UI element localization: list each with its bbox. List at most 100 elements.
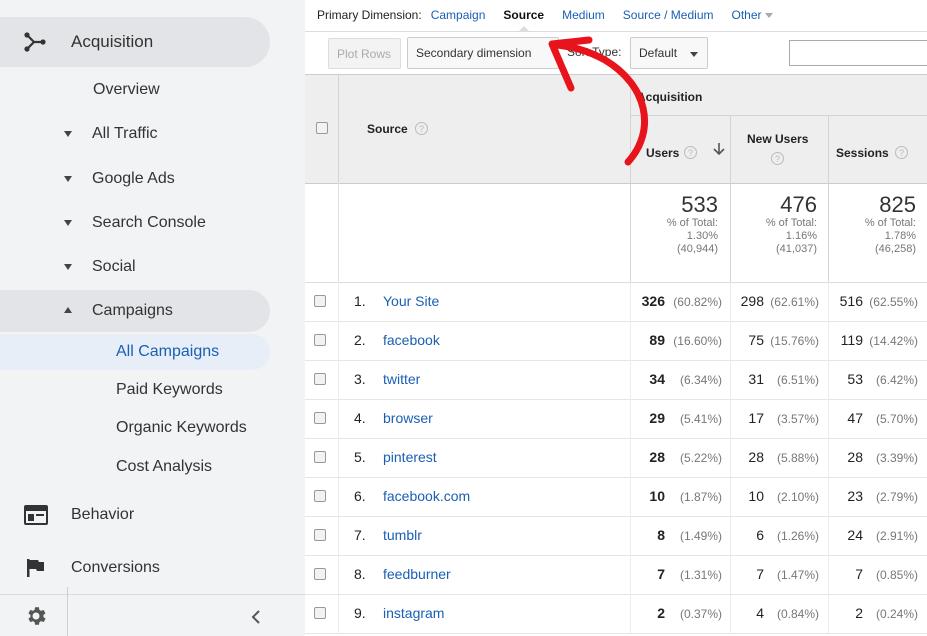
nav-search-console[interactable]: Search Console — [0, 211, 270, 235]
total-new-users-pct-label: % of Total: — [765, 217, 817, 229]
column-divider — [828, 594, 829, 633]
caret-down-icon — [64, 131, 72, 137]
help-icon[interactable]: ? — [895, 146, 908, 159]
sessions-value: 119 — [840, 332, 863, 348]
table-search-input[interactable] — [789, 40, 927, 66]
table-row: 1. Your Site 326 (60.82%) 298 (62.61%) 516 (62.… — [305, 282, 927, 322]
row-checkbox[interactable] — [314, 607, 326, 619]
primary-dimension-label: Primary Dimension: — [317, 8, 422, 22]
source-link[interactable]: feedburner — [383, 566, 451, 582]
nav-google-ads[interactable]: Google Ads — [0, 167, 270, 191]
sessions-pct: (5.70%) — [875, 412, 918, 426]
row-checkbox[interactable] — [314, 373, 326, 385]
column-divider — [730, 360, 731, 399]
sessions-column-header[interactable]: Sessions — [836, 146, 889, 160]
column-divider — [730, 282, 731, 321]
total-users-pct-label: % of Total: — [666, 217, 718, 229]
dropdown-arrow-icon — [690, 52, 698, 57]
row-number: 4. — [354, 410, 366, 426]
nav-all-campaigns[interactable]: All Campaigns — [0, 334, 270, 370]
column-divider — [338, 75, 339, 182]
column-divider — [730, 438, 731, 477]
table-row: 5. pinterest 28 (5.22%) 28 (5.88%) 28 (3.39%) — [305, 438, 927, 478]
sort-descending-arrow-icon[interactable] — [713, 142, 725, 156]
secondary-dimension-label: Secondary dimension — [416, 46, 532, 60]
column-divider — [630, 594, 631, 633]
source-link[interactable]: twitter — [383, 371, 420, 387]
row-number: 6. — [354, 488, 366, 504]
row-checkbox[interactable] — [314, 568, 326, 580]
help-icon[interactable]: ? — [415, 122, 428, 135]
table-row: 4. browser 29 (5.41%) 17 (3.57%) 47 (5.70%) — [305, 399, 927, 439]
table-row: 7. tumblr 8 (1.49%) 6 (1.26%) 24 (2.91%) — [305, 516, 927, 556]
sessions-pct: (14.42%) — [869, 334, 918, 348]
users-pct: (1.87%) — [679, 490, 722, 504]
nav-cost-analysis-label: Cost Analysis — [116, 458, 213, 475]
source-link[interactable]: facebook.com — [383, 488, 470, 504]
collapse-chevron-left-icon[interactable] — [251, 610, 261, 624]
column-divider — [730, 516, 731, 555]
dimension-campaign-link[interactable]: Campaign — [431, 8, 486, 22]
total-sessions-value: 825 — [879, 192, 916, 217]
nav-all-traffic[interactable]: All Traffic — [0, 122, 270, 146]
source-column-header[interactable]: Source — [367, 122, 408, 136]
caret-down-icon — [64, 264, 72, 270]
total-sessions-pct-label: % of Total: — [864, 217, 916, 229]
users-value: 2 — [657, 605, 665, 621]
users-pct: (6.34%) — [679, 373, 722, 387]
column-divider — [338, 516, 339, 555]
column-divider — [630, 321, 631, 360]
new-users-value: 31 — [748, 371, 764, 387]
totals-row: 533 % of Total: 1.30% (40,944) 476 % of … — [305, 182, 927, 283]
column-divider — [630, 182, 631, 282]
column-divider — [730, 399, 731, 438]
sessions-pct: (0.24%) — [875, 607, 918, 621]
column-divider — [630, 555, 631, 594]
sidebar: Acquisition Overview All Traffic Google … — [0, 0, 305, 636]
new-users-value: 10 — [748, 488, 764, 504]
source-link[interactable]: tumblr — [383, 527, 422, 543]
report-main: Primary Dimension: Campaign Source Mediu… — [305, 0, 927, 636]
select-all-checkbox[interactable] — [316, 122, 328, 134]
total-new-users-value: 476 — [780, 192, 817, 217]
settings-gear-icon[interactable] — [24, 604, 48, 628]
column-divider — [828, 321, 829, 360]
nav-acquisition[interactable]: Acquisition — [0, 17, 270, 67]
row-checkbox[interactable] — [314, 451, 326, 463]
new-users-pct: (1.26%) — [776, 529, 819, 543]
source-link[interactable]: browser — [383, 410, 433, 426]
nav-conversions[interactable]: Conversions — [0, 553, 270, 583]
nav-google-ads-label: Google Ads — [92, 170, 175, 187]
source-link[interactable]: instagram — [383, 605, 444, 621]
users-value: 10 — [649, 488, 665, 504]
total-sessions-of: (46,258) — [875, 243, 916, 255]
nav-conversions-label: Conversions — [71, 559, 160, 576]
new-users-pct: (5.88%) — [776, 451, 819, 465]
new-users-value: 28 — [748, 449, 764, 465]
column-divider — [828, 438, 829, 477]
help-icon[interactable]: ? — [771, 152, 784, 165]
row-checkbox[interactable] — [314, 529, 326, 541]
row-checkbox[interactable] — [314, 490, 326, 502]
nav-search-console-label: Search Console — [92, 214, 206, 231]
source-link[interactable]: Your Site — [383, 293, 439, 309]
dimension-other-dropdown[interactable]: Other — [731, 8, 761, 22]
nav-social[interactable]: Social — [0, 255, 270, 279]
annotation-arrow-icon — [548, 36, 648, 166]
nav-campaigns[interactable]: Campaigns — [0, 290, 270, 332]
row-checkbox[interactable] — [314, 334, 326, 346]
users-value: 29 — [649, 410, 665, 426]
column-divider — [338, 477, 339, 516]
row-checkbox[interactable] — [314, 412, 326, 424]
users-value: 326 — [641, 293, 665, 309]
column-divider — [338, 594, 339, 633]
plot-rows-button[interactable]: Plot Rows — [328, 38, 401, 69]
help-icon[interactable]: ? — [684, 146, 697, 159]
new-users-column-header[interactable]: New Users — [747, 132, 808, 146]
source-link[interactable]: facebook — [383, 332, 440, 348]
users-pct: (16.60%) — [673, 334, 722, 348]
source-link[interactable]: pinterest — [383, 449, 437, 465]
table-row: 3. twitter 34 (6.34%) 31 (6.51%) 53 (6.42%) — [305, 360, 927, 400]
row-checkbox[interactable] — [314, 295, 326, 307]
nav-behavior[interactable]: Behavior — [0, 500, 270, 530]
